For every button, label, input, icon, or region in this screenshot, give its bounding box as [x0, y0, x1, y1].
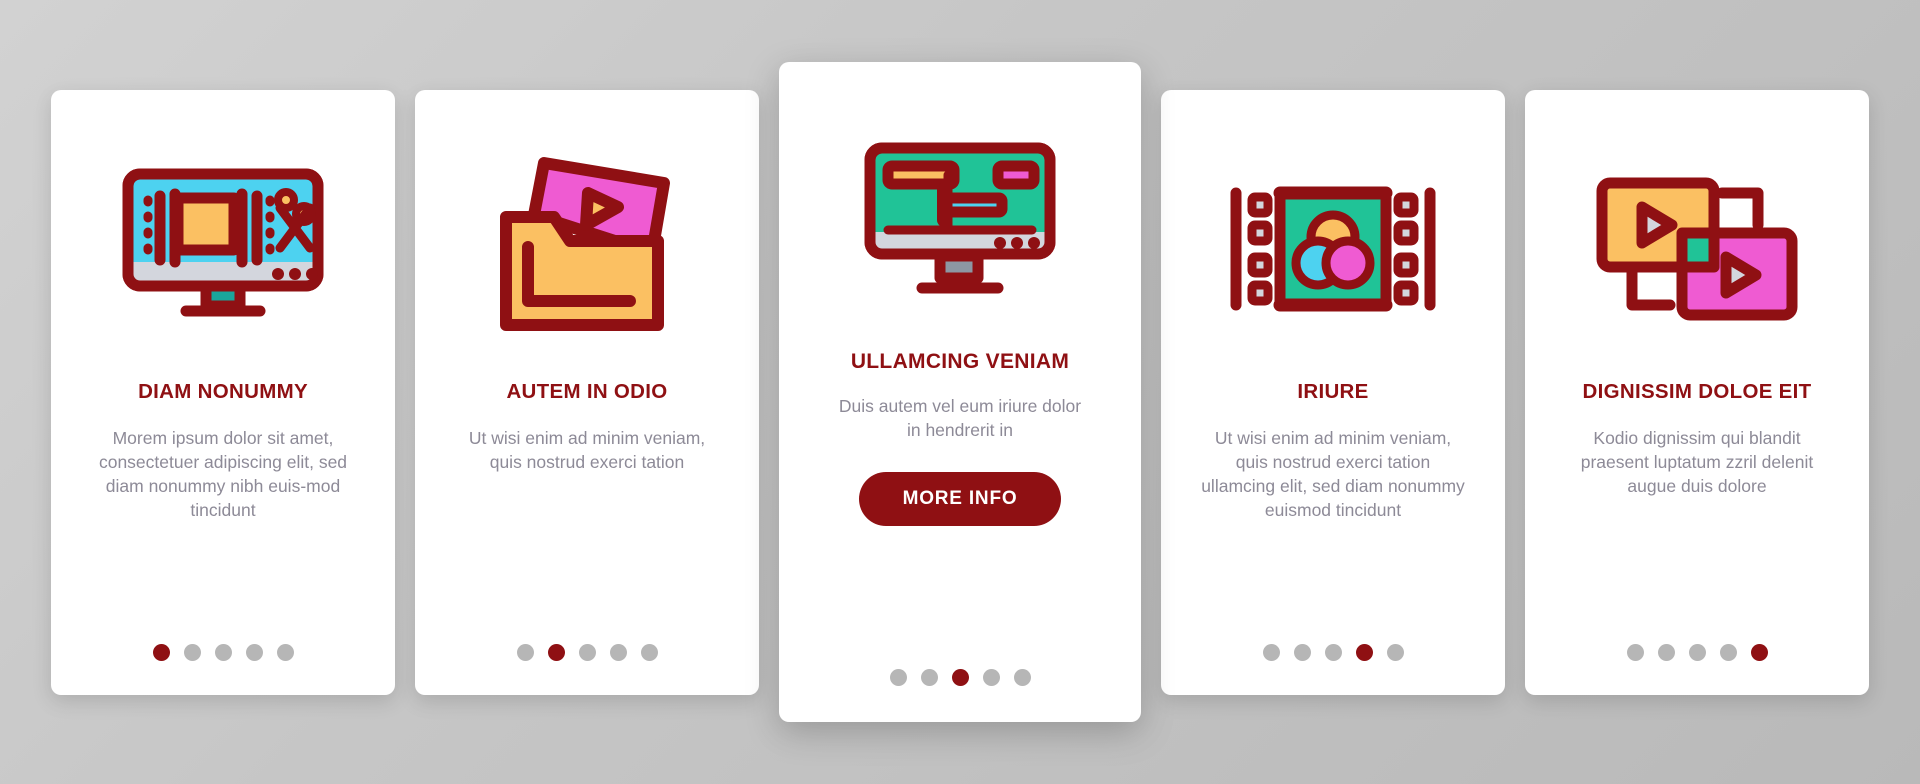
folder-video-icon	[435, 124, 739, 374]
card-title: DIAM NONUMMY	[138, 379, 308, 403]
pagination-dot[interactable]	[1355, 643, 1373, 661]
card-body: Duis autem vel eum iriure dolor in hendr…	[838, 396, 1082, 441]
card-title: AUTEM IN ODIO	[506, 379, 668, 403]
onboarding-screens-container: DIAM NONUMMY Morem ipsum dolor sit amet,…	[0, 0, 1920, 784]
pagination-dot[interactable]	[1719, 643, 1737, 661]
pagination-dot[interactable]	[609, 643, 627, 661]
monitor-timeline-editor-icon	[799, 96, 1121, 344]
pagination-dot[interactable]	[1324, 643, 1342, 661]
pagination-dot[interactable]	[640, 643, 658, 661]
pagination-dot[interactable]	[1626, 643, 1644, 661]
pagination-dot[interactable]	[276, 643, 294, 661]
pagination-dots	[415, 643, 759, 661]
pagination-dot[interactable]	[1386, 643, 1404, 661]
pagination-dot[interactable]	[1262, 643, 1280, 661]
onboarding-card-iriure: IRIURE Ut wisi enim ad minim veniam, qui…	[1161, 89, 1505, 695]
pagination-dot[interactable]	[214, 643, 232, 661]
card-body: Morem ipsum dolor sit amet, consectetuer…	[98, 427, 348, 520]
pagination-dots	[1525, 643, 1869, 661]
pagination-dot[interactable]	[152, 643, 170, 661]
pagination-dot[interactable]	[516, 643, 534, 661]
pagination-dot[interactable]	[578, 643, 596, 661]
filmstrip-color-grading-icon	[1181, 124, 1485, 374]
pagination-dots	[779, 669, 1141, 686]
onboarding-card-ullamcing-veniam: ULLAMCING VENIAM Duis autem vel eum iriu…	[779, 62, 1141, 722]
pagination-dots	[1161, 643, 1505, 661]
card-body: Ut wisi enim ad minim veniam, quis nostr…	[468, 427, 706, 472]
pagination-dot[interactable]	[245, 643, 263, 661]
card-body: Ut wisi enim ad minim veniam, quis nostr…	[1201, 427, 1465, 520]
pagination-dot[interactable]	[951, 669, 969, 686]
pagination-dot[interactable]	[920, 669, 938, 686]
card-title: ULLAMCING VENIAM	[850, 350, 1070, 373]
onboarding-card-diam-nonummy: DIAM NONUMMY Morem ipsum dolor sit amet,…	[51, 89, 395, 695]
card-body: Kodio dignissim qui blandit praesent lup…	[1580, 427, 1814, 496]
two-video-frames-icon	[1545, 124, 1849, 374]
onboarding-card-autem-in-odio: AUTEM IN ODIO Ut wisi enim ad minim veni…	[415, 89, 759, 695]
onboarding-card-dignissim-doloe-eit: DIGNISSIM DOLOE EIT Kodio dignissim qui …	[1525, 89, 1869, 695]
pagination-dot[interactable]	[1750, 643, 1768, 661]
more-info-button[interactable]: MORE INFO	[858, 472, 1062, 527]
pagination-dots	[51, 643, 395, 661]
monitor-video-trim-icon	[71, 124, 375, 374]
pagination-dot[interactable]	[1293, 643, 1311, 661]
pagination-dot[interactable]	[982, 669, 1000, 686]
pagination-dot[interactable]	[1013, 669, 1031, 686]
pagination-dot[interactable]	[889, 669, 907, 686]
card-title: DIGNISSIM DOLOE EIT	[1582, 379, 1812, 403]
card-title: IRIURE	[1297, 379, 1369, 403]
pagination-dot[interactable]	[1657, 643, 1675, 661]
pagination-dot[interactable]	[547, 643, 565, 661]
pagination-dot[interactable]	[1688, 643, 1706, 661]
pagination-dot[interactable]	[183, 643, 201, 661]
